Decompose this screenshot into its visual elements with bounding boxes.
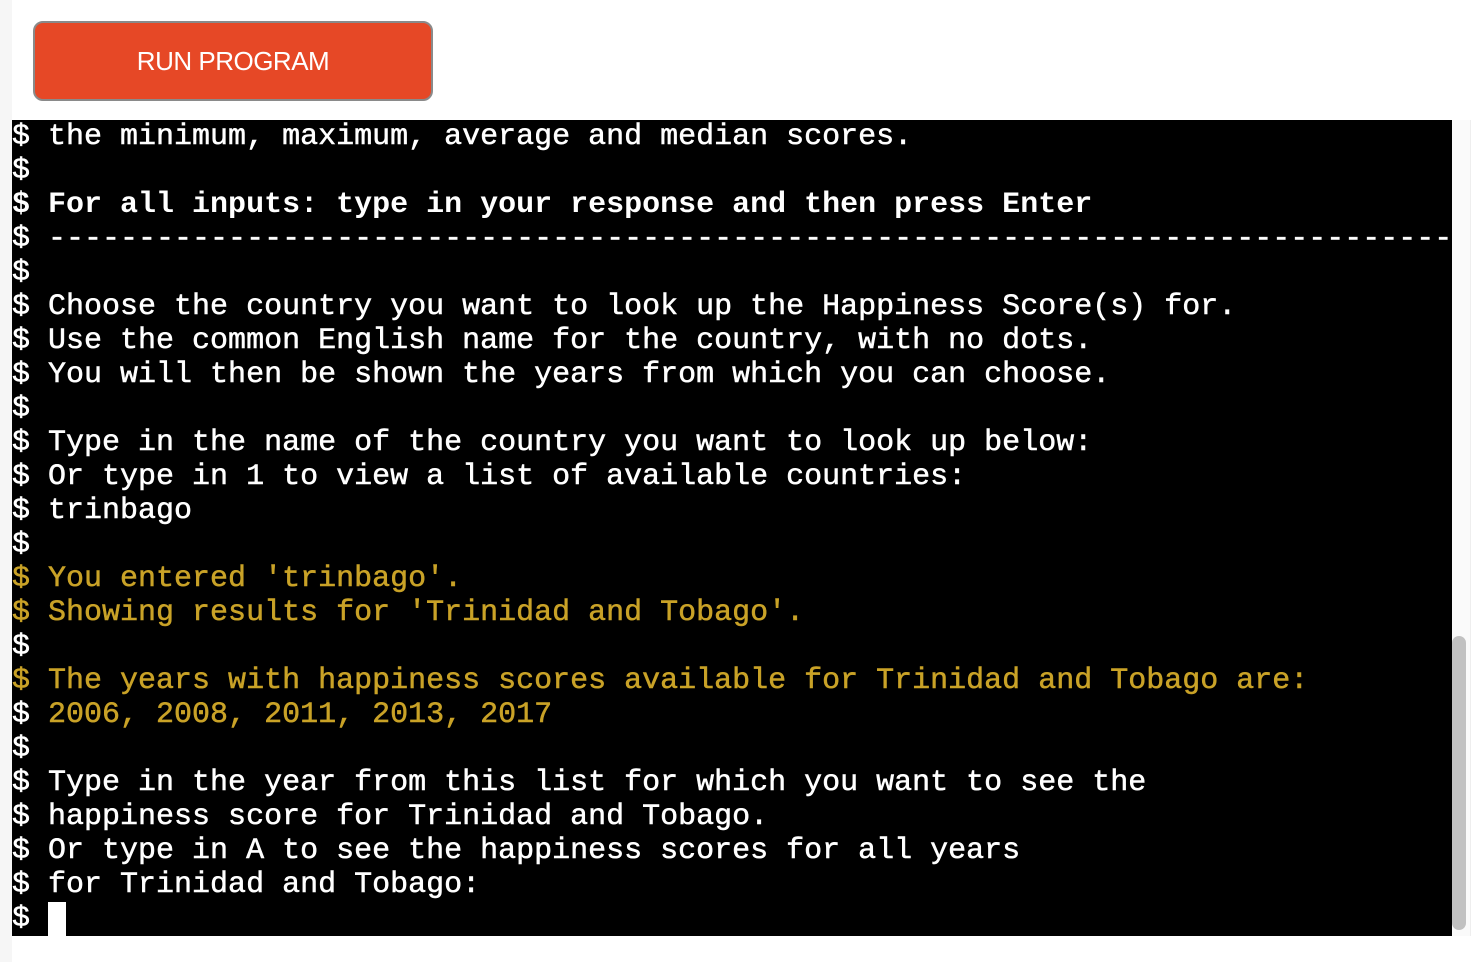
prompt-symbol: $ xyxy=(12,528,31,563)
terminal-line: $ the minimum, maximum, average and medi… xyxy=(12,120,1452,154)
terminal-line: $ Type in the year from this list for wh… xyxy=(12,766,1452,801)
page-margin xyxy=(0,0,12,962)
line-text: Or type in A to see the happiness scores… xyxy=(48,834,1021,869)
prompt-symbol: $ xyxy=(12,902,31,936)
terminal-line: $ xyxy=(12,528,1452,563)
line-text: Showing results for 'Trinidad and Tobago… xyxy=(48,596,805,631)
terminal-line: $ Type in the name of the country you wa… xyxy=(12,426,1452,461)
prompt-symbol: $ xyxy=(12,834,31,869)
terminal-line: $ xyxy=(12,392,1452,427)
prompt-symbol: $ xyxy=(12,698,31,733)
prompt-symbol: $ xyxy=(12,120,31,154)
line-text: Type in the name of the country you want… xyxy=(48,426,1093,461)
prompt-symbol: $ xyxy=(12,154,31,189)
terminal-line: $ trinbago xyxy=(12,494,1452,529)
line-text: 2006, 2008, 2011, 2013, 2017 xyxy=(48,698,553,733)
terminal-line: $ 2006, 2008, 2011, 2013, 2017 xyxy=(12,698,1452,733)
line-text: Or type in 1 to view a list of available… xyxy=(48,460,967,495)
prompt-symbol: $ xyxy=(12,664,31,699)
prompt-symbol: $ xyxy=(12,596,31,631)
line-text: trinbago xyxy=(48,494,193,529)
line-text: ----------------------------------------… xyxy=(48,222,1452,257)
terminal-line: $ Use the common English name for the co… xyxy=(12,324,1452,359)
terminal-line: $ xyxy=(12,732,1452,767)
run-program-button[interactable]: RUN PROGRAM xyxy=(33,21,433,101)
line-text: You will then be shown the years from wh… xyxy=(48,358,1111,393)
prompt-symbol: $ xyxy=(12,494,31,529)
line-text: The years with happiness scores availabl… xyxy=(48,664,1309,699)
terminal-line: $ xyxy=(12,256,1452,291)
prompt-symbol: $ xyxy=(12,188,31,222)
prompt-symbol: $ xyxy=(12,562,31,597)
prompt-symbol: $ xyxy=(12,222,31,257)
prompt-symbol: $ xyxy=(12,426,31,461)
prompt-symbol: $ xyxy=(12,324,31,359)
line-text: for Trinidad and Tobago: xyxy=(48,868,481,903)
terminal[interactable]: $ the minimum, maximum, average and medi… xyxy=(12,120,1452,936)
terminal-line: $ for Trinidad and Tobago: xyxy=(12,868,1452,903)
terminal-line: $ xyxy=(12,154,1452,189)
prompt-symbol: $ xyxy=(12,732,31,767)
text-cursor xyxy=(48,902,67,936)
scrollbar-thumb[interactable] xyxy=(1452,636,1466,930)
prompt-symbol: $ xyxy=(12,460,31,495)
line-text: Choose the country you want to look up t… xyxy=(48,290,1237,325)
line-text: Type in the year from this list for whic… xyxy=(48,766,1147,801)
prompt-symbol: $ xyxy=(12,358,31,393)
terminal-input-line[interactable]: $ xyxy=(12,902,1452,936)
terminal-line: $ --------------------------------------… xyxy=(12,222,1452,257)
terminal-line: $ xyxy=(12,630,1452,665)
line-text: the minimum, maximum, average and median… xyxy=(48,120,913,154)
prompt-symbol: $ xyxy=(12,868,31,903)
terminal-line: $ happiness score for Trinidad and Tobag… xyxy=(12,800,1452,835)
terminal-line: $ The years with happiness scores availa… xyxy=(12,664,1452,699)
terminal-line: $ Or type in A to see the happiness scor… xyxy=(12,834,1452,869)
prompt-symbol: $ xyxy=(12,630,31,665)
line-text: You entered 'trinbago'. xyxy=(48,562,463,597)
prompt-symbol: $ xyxy=(12,800,31,835)
prompt-symbol: $ xyxy=(12,256,31,291)
terminal-line: $ You will then be shown the years from … xyxy=(12,358,1452,393)
line-text: Use the common English name for the coun… xyxy=(48,324,1093,359)
prompt-symbol: $ xyxy=(12,290,31,325)
terminal-line: $ Choose the country you want to look up… xyxy=(12,290,1452,325)
terminal-line: $ Showing results for 'Trinidad and Toba… xyxy=(12,596,1452,631)
line-text: For all inputs: type in your response an… xyxy=(48,188,1093,222)
line-text: happiness score for Trinidad and Tobago. xyxy=(48,800,769,835)
terminal-line: $ You entered 'trinbago'. xyxy=(12,562,1452,597)
prompt-symbol: $ xyxy=(12,392,31,427)
terminal-line: $ Or type in 1 to view a list of availab… xyxy=(12,460,1452,495)
prompt-symbol: $ xyxy=(12,766,31,801)
terminal-line: $ For all inputs: type in your response … xyxy=(12,188,1452,222)
